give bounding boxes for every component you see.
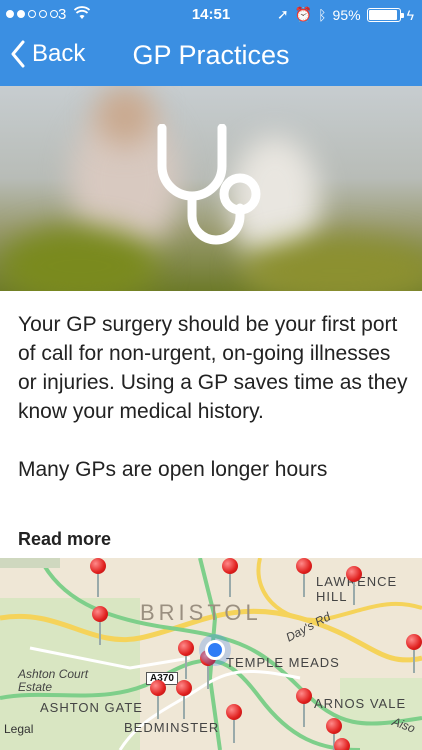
map-view[interactable]: BRISTOL LAWRENCE HILL Day's Rd TEMPLE ME… — [0, 558, 422, 750]
top-bar: 3 14:51 ➚ ⏰ ᛒ 95% ϟ Back GP Practices — [0, 0, 422, 86]
current-location-marker — [205, 640, 225, 660]
map-pin[interactable] — [176, 680, 192, 720]
map-label: ASHTON GATE — [40, 700, 143, 715]
map-pin[interactable] — [406, 634, 422, 674]
map-label: TEMPLE MEADS — [226, 655, 340, 670]
description-paragraph: Many GPs are open longer hours — [18, 458, 328, 481]
map-pin[interactable] — [92, 606, 108, 646]
map-pin[interactable] — [296, 558, 312, 598]
status-bar: 3 14:51 ➚ ⏰ ᛒ 95% ϟ — [0, 0, 422, 30]
page-title: GP Practices — [0, 40, 422, 71]
map-pin[interactable] — [150, 680, 166, 720]
map-pin[interactable] — [346, 566, 362, 606]
map-pin[interactable] — [90, 558, 106, 598]
map-pin[interactable] — [226, 704, 242, 744]
map-pin[interactable] — [296, 688, 312, 728]
map-label: BRISTOL — [140, 600, 262, 625]
battery-percent: 95% — [332, 6, 361, 23]
map-label: Ashton Court Estate — [18, 667, 89, 694]
map-pin[interactable] — [222, 558, 238, 598]
battery-fill — [368, 9, 398, 20]
bluetooth-icon: ᛒ — [318, 6, 327, 23]
description-paragraph: Your GP surgery should be your first por… — [18, 313, 408, 423]
alarm-icon: ⏰ — [294, 6, 313, 22]
battery-icon — [366, 7, 404, 22]
blurred-figure — [95, 86, 155, 146]
page-title-text: GP Practices — [132, 40, 290, 70]
charging-icon: ϟ — [406, 6, 414, 23]
map-pin[interactable] — [334, 738, 350, 750]
hero-image — [0, 86, 422, 291]
status-right: ➚ ⏰ ᛒ 95% ϟ — [277, 6, 414, 23]
map-legal-link[interactable]: Legal — [4, 722, 33, 736]
navigation-bar: Back GP Practices — [0, 30, 422, 86]
map-label: BEDMINSTER — [124, 720, 220, 735]
stethoscope-icon — [157, 124, 261, 245]
read-more-link[interactable]: Read more — [18, 529, 111, 550]
map-pin[interactable] — [178, 640, 194, 680]
description: Your GP surgery should be your first por… — [18, 310, 410, 484]
location-arrow-icon: ➚ — [276, 6, 289, 22]
map-label: ARNOS VALE — [314, 696, 407, 711]
